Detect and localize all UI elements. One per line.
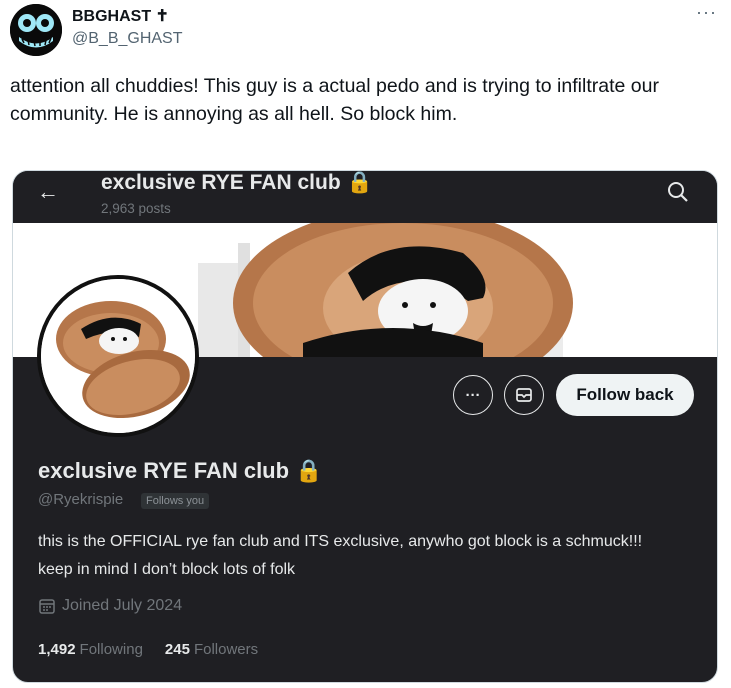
- message-icon: [516, 388, 532, 402]
- joined-text: Joined July 2024: [62, 597, 183, 614]
- author-handle[interactable]: @B_B_GHAST: [72, 30, 183, 48]
- profile-bio: this is the OFFICIAL rye fan club and IT…: [38, 533, 643, 578]
- more-icon: ···: [465, 386, 481, 404]
- back-arrow-icon[interactable]: ←: [37, 179, 59, 205]
- author-avatar[interactable]: [10, 4, 62, 56]
- follows-you-badge: Follows you: [141, 493, 210, 509]
- profile-screenshot-card[interactable]: ← exclusive RYE FAN club 🔒 2,963 posts ·…: [12, 170, 718, 683]
- message-button[interactable]: [504, 375, 544, 415]
- search-icon[interactable]: [667, 181, 689, 208]
- more-options-button[interactable]: ···: [696, 2, 717, 23]
- calendar-icon: [39, 599, 55, 614]
- followers-count: 245: [164, 641, 190, 658]
- followers-stat[interactable]: 245 Followers: [165, 641, 258, 658]
- profile-top-bar: ← exclusive RYE FAN club 🔒 2,963 posts: [13, 171, 717, 223]
- followers-label: Followers: [193, 641, 259, 658]
- tweet-text: attention all chuddies! This guy is a ac…: [10, 75, 659, 125]
- profile-avatar[interactable]: [37, 275, 199, 437]
- profile-handle: @Ryekrispie: [38, 491, 124, 508]
- author-name[interactable]: BBGHAST ✝: [72, 6, 169, 26]
- joined-date: Joined July 2024: [38, 597, 182, 615]
- following-label: Following: [79, 641, 143, 658]
- following-stat[interactable]: 1,492 Following: [38, 641, 143, 658]
- more-actions-button[interactable]: ···: [453, 375, 493, 415]
- follow-back-button[interactable]: Follow back: [556, 374, 694, 416]
- posts-count: 2,963 posts: [101, 201, 171, 216]
- following-count: 1,492: [38, 641, 76, 658]
- profile-name: exclusive RYE FAN club 🔒: [38, 458, 323, 483]
- top-bar-title: exclusive RYE FAN club 🔒: [101, 171, 373, 194]
- follow-stats: 1,492 Following 245 Followers: [38, 641, 258, 658]
